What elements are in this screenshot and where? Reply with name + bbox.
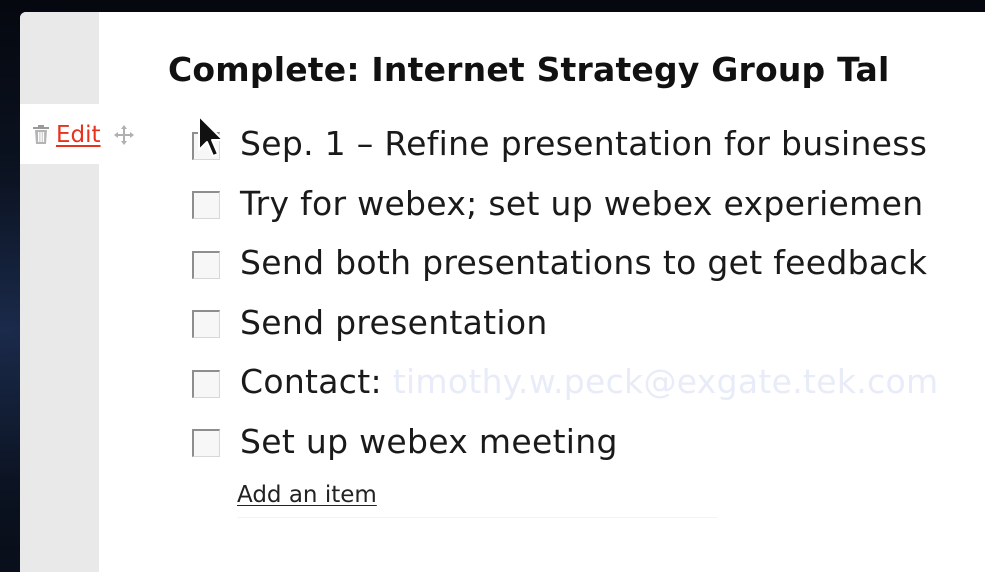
- checklist-items: Sep. 1 – Refine presentation for busines…: [192, 114, 938, 471]
- item-checkbox[interactable]: [192, 250, 220, 279]
- list-item: Set up webex meeting: [192, 412, 938, 472]
- mouse-cursor-icon: [198, 115, 224, 157]
- item-checkbox[interactable]: [192, 369, 220, 398]
- list-item: Try for webex; set up webex experiemen: [192, 174, 938, 234]
- left-gutter: [20, 12, 99, 572]
- list-item: Contact: timothy.w.peck@exgate.tek.com: [192, 352, 938, 412]
- divider: [237, 517, 717, 518]
- item-text: Sep. 1 – Refine presentation for busines…: [240, 124, 928, 164]
- item-text: Send both presentations to get feedback: [240, 243, 928, 283]
- item-checkbox[interactable]: [192, 310, 220, 339]
- move-icon[interactable]: [113, 124, 135, 146]
- row-tools: Edit: [32, 120, 135, 150]
- list-item: Send both presentations to get feedback: [192, 233, 938, 293]
- item-text: Set up webex meeting: [240, 421, 618, 461]
- item-checkbox[interactable]: [192, 429, 220, 458]
- checklist-window: Complete: Internet Strategy Group Tal Ed…: [20, 12, 985, 572]
- trash-icon[interactable]: [32, 124, 50, 146]
- item-checkbox[interactable]: [192, 191, 220, 220]
- edit-link[interactable]: Edit: [56, 122, 101, 148]
- add-item-link[interactable]: Add an item: [237, 482, 377, 508]
- page-title: Complete: Internet Strategy Group Tal: [168, 50, 890, 89]
- item-text: Send presentation: [240, 302, 548, 342]
- list-item: Send presentation: [192, 293, 938, 353]
- contact-email-link[interactable]: timothy.w.peck@exgate.tek.com: [393, 362, 939, 401]
- list-item: Sep. 1 – Refine presentation for busines…: [192, 114, 938, 174]
- item-text: Contact: timothy.w.peck@exgate.tek.com: [240, 362, 938, 401]
- item-text: Try for webex; set up webex experiemen: [240, 183, 924, 223]
- contact-label: Contact:: [240, 362, 393, 402]
